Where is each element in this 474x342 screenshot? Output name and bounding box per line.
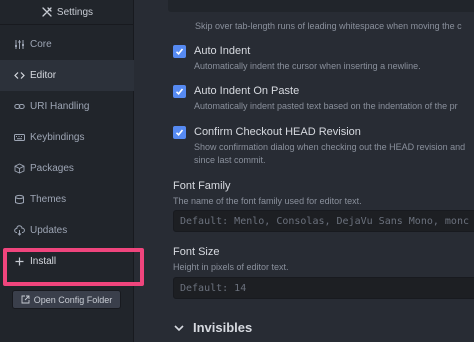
confirm-checkout-head-checkbox[interactable] [173,126,186,139]
paintcan-icon [14,194,25,205]
sidebar-item-label: Editor [30,69,57,81]
sidebar-item-updates[interactable]: Updates [0,215,134,246]
open-config-folder-button[interactable]: Open Config Folder [12,290,121,309]
sidebar-item-label: Packages [30,162,74,174]
font-size-description: Height in pixels of editor text. [173,262,289,272]
auto-indent-checkbox[interactable] [173,45,186,58]
sidebar-item-install[interactable]: Install [0,246,134,277]
sidebar-divider [0,24,134,25]
sidebar-item-keybindings[interactable]: Keybindings [0,122,134,153]
font-size-input[interactable]: Default: 14 [173,277,474,299]
font-size-title: Font Size [173,246,220,258]
setting-description: Automatically indent the cursor when ins… [194,61,421,71]
top-strip [168,0,474,12]
sidebar-item-label: URI Handling [30,100,90,112]
setting-description: Automatically indent pasted text based o… [194,101,458,111]
setting-description: Show confirmation dialog when checking o… [194,142,466,152]
cloud-download-icon [14,225,25,236]
settings-title: Settings [56,6,94,18]
setting-title: Auto Indent On Paste [194,85,300,97]
settings-sidebar: Settings Core Editor URI Handling Keybin… [0,0,134,342]
checkmark-icon [175,88,184,95]
checkmark-icon [175,48,184,55]
setting-title: Auto Indent [194,45,251,57]
settings-header: Settings [0,0,134,24]
sidebar-item-label: Core [30,38,52,50]
sidebar-item-editor[interactable]: Editor [0,60,134,91]
sliders-icon [14,39,25,50]
tools-icon [41,6,53,18]
chevron-down-icon [173,322,185,334]
sidebar-item-label: Themes [30,193,67,205]
setting-description: Skip over tab-length runs of leading whi… [195,21,462,31]
font-family-input[interactable]: Default: Menlo, Consolas, DejaVu Sans Mo… [173,210,474,232]
editor-settings-panel: Skip over tab-length runs of leading whi… [135,0,474,342]
sidebar-item-packages[interactable]: Packages [0,153,134,184]
sidebar-item-themes[interactable]: Themes [0,184,134,215]
package-icon [14,163,25,174]
open-config-folder-label: Open Config Folder [33,294,113,305]
link-external-icon [21,295,30,304]
plus-icon [14,256,25,267]
setting-title: Confirm Checkout HEAD Revision [194,126,361,138]
setting-description: since last commit. [194,155,266,165]
sidebar-item-uri-handling[interactable]: URI Handling [0,91,134,122]
code-icon [14,70,25,81]
sidebar-item-label: Install [30,255,57,267]
keyboard-icon [14,132,25,143]
auto-indent-on-paste-checkbox[interactable] [173,85,186,98]
font-family-description: The name of the font family used for edi… [173,196,362,206]
font-family-title: Font Family [173,180,231,192]
sidebar-item-core[interactable]: Core [0,29,134,60]
checkmark-icon [175,129,184,136]
section-title: Invisibles [193,320,253,335]
sidebar-item-label: Keybindings [30,131,85,143]
link-icon [14,101,25,112]
invisibles-section-header[interactable]: Invisibles [173,320,252,335]
sidebar-item-label: Updates [30,224,68,236]
